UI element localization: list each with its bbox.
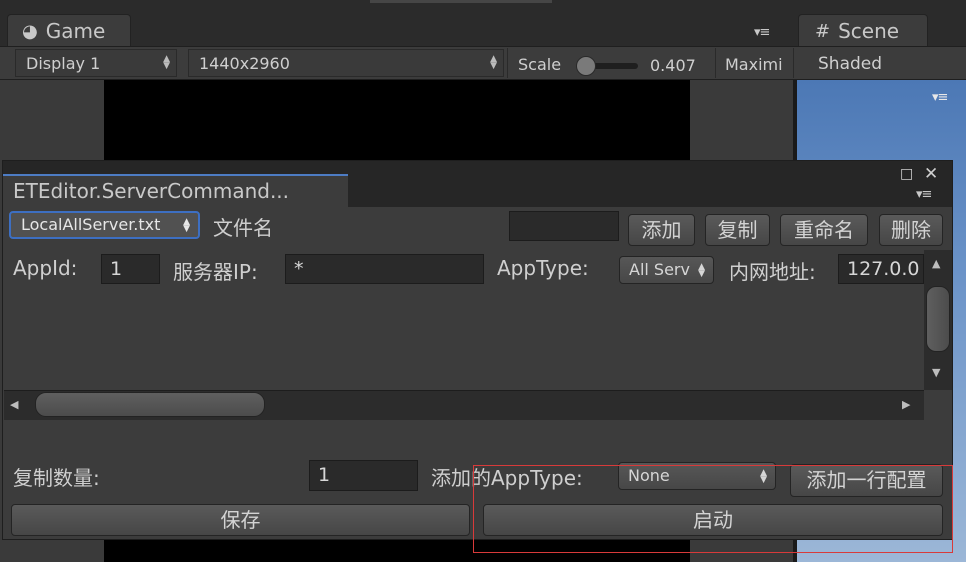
toolbar-divider — [793, 48, 794, 78]
close-window-icon[interactable]: ✕ — [924, 164, 938, 184]
add-apptype-dropdown[interactable]: None ▲ ▼ — [618, 462, 776, 490]
file-name-label: 文件名 — [213, 216, 273, 240]
grid-icon: # — [815, 20, 831, 42]
apptype-dropdown[interactable]: All Serv ▲ ▼ — [619, 256, 714, 284]
scroll-down-arrow-icon[interactable]: ▼ — [932, 366, 940, 379]
updown-arrow-icon: ▲ ▼ — [183, 217, 190, 234]
window-tab[interactable]: ETEditor.ServerCommand... — [3, 174, 348, 208]
scroll-up-arrow-icon[interactable]: ▲ — [932, 257, 940, 270]
copy-count-label: 复制数量: — [13, 466, 100, 490]
add-apptype-dropdown-value: None — [628, 466, 670, 485]
start-button[interactable]: 启动 — [483, 504, 943, 536]
scene-panel-menu-icon[interactable]: ▾≡ — [932, 90, 948, 105]
window-menu-icon[interactable]: ▾≡ — [916, 187, 932, 202]
add-button[interactable]: 添加 — [628, 214, 695, 246]
updown-arrow-icon: ▲ ▼ — [760, 468, 767, 485]
tab-game-label: Game — [45, 19, 106, 43]
file-select-dropdown[interactable]: LocalAllServer.txt ▲ ▼ — [9, 211, 200, 239]
scale-slider-thumb[interactable] — [576, 56, 596, 76]
delete-button[interactable]: 删除 — [879, 214, 943, 246]
vertical-scroll-thumb[interactable] — [926, 286, 950, 352]
appid-input[interactable]: 1 — [101, 254, 160, 284]
display-dropdown-value: Display 1 — [26, 53, 101, 73]
add-apptype-label: 添加的AppType: — [431, 466, 583, 490]
scroll-left-arrow-icon[interactable]: ◀ — [10, 398, 18, 411]
pacman-icon: ◕ — [22, 20, 38, 42]
save-button[interactable]: 保存 — [11, 504, 470, 536]
scroll-right-arrow-icon[interactable]: ▶ — [902, 398, 910, 411]
apptype-label: AppType: — [497, 256, 589, 280]
tab-scene[interactable]: # Scene — [798, 14, 928, 47]
maximize-on-play-button[interactable]: Maximi — [725, 55, 789, 74]
resolution-dropdown[interactable]: 1440x2960 ▲ ▼ — [188, 49, 504, 77]
server-ip-input[interactable]: * — [285, 254, 484, 284]
copy-button[interactable]: 复制 — [705, 214, 770, 246]
display-dropdown[interactable]: Display 1 ▲ ▼ — [15, 49, 177, 77]
server-ip-label: 服务器IP: — [173, 260, 258, 284]
file-name-input[interactable] — [509, 211, 619, 241]
maximize-window-icon[interactable]: □ — [900, 166, 913, 182]
updown-arrow-icon: ▲ ▼ — [490, 54, 497, 71]
appid-label: AppId: — [13, 256, 78, 280]
add-row-config-button[interactable]: 添加一行配置 — [790, 464, 943, 497]
game-panel-menu-icon[interactable]: ▾≡ — [754, 25, 770, 40]
shading-mode-dropdown[interactable]: Shaded — [818, 54, 882, 74]
scale-label: Scale — [518, 55, 562, 74]
inner-address-input[interactable]: 127.0.0 — [838, 254, 924, 284]
tab-game[interactable]: ◕ Game — [7, 14, 131, 47]
apptype-dropdown-value: All Serv — [629, 260, 690, 279]
file-select-value: LocalAllServer.txt — [21, 215, 161, 234]
tab-scene-label: Scene — [838, 19, 900, 43]
rename-button[interactable]: 重命名 — [780, 214, 868, 246]
horizontal-scroll-thumb[interactable] — [35, 392, 265, 417]
toolbar-divider — [715, 48, 716, 78]
copy-count-input[interactable]: 1 — [309, 460, 418, 491]
toolbar-divider — [507, 48, 508, 78]
updown-arrow-icon: ▲ ▼ — [163, 54, 170, 71]
updown-arrow-icon: ▲ ▼ — [698, 262, 705, 279]
inner-address-label: 内网地址: — [729, 260, 816, 284]
resolution-dropdown-value: 1440x2960 — [199, 53, 290, 73]
top-notch — [370, 0, 552, 3]
scale-value: 0.407 — [650, 56, 696, 75]
